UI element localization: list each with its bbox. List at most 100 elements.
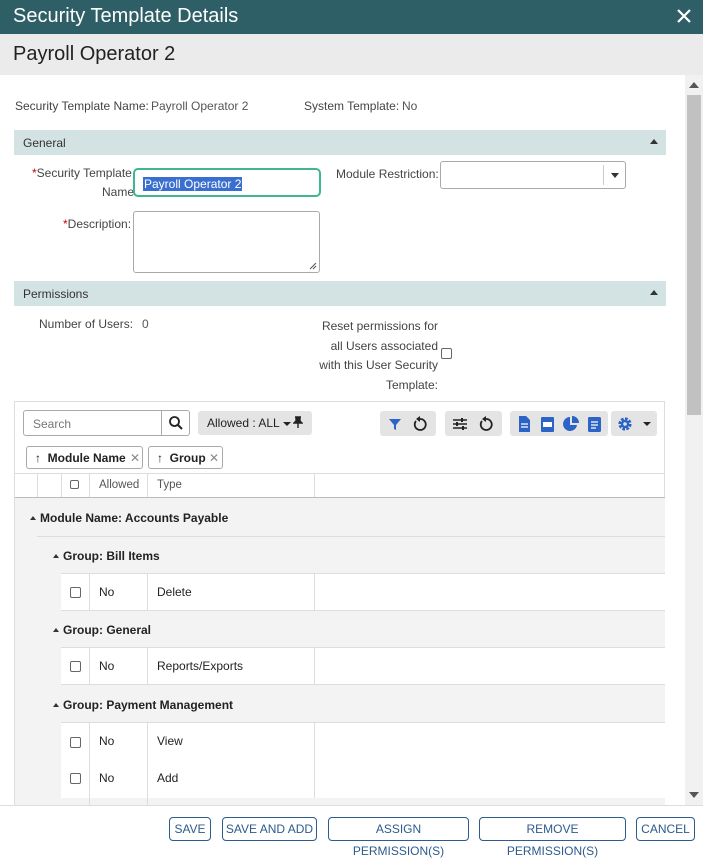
section-permissions-title: Permissions [23,287,89,301]
dialog-footer: SAVE SAVE AND ADD ASSIGN PERMISSION(S) R… [0,805,703,858]
divider [89,798,90,805]
chevron-down-icon[interactable] [611,173,619,178]
settings-toolbar-group[interactable] [611,411,657,436]
table-row[interactable]: No Delete [61,573,665,611]
divider [147,798,148,805]
divider [314,648,315,684]
row-checkbox[interactable] [70,587,81,598]
close-icon[interactable] [675,7,693,25]
collapse-icon[interactable] [30,516,36,520]
select-all-checkbox[interactable] [70,480,79,489]
summary-name-value: Payroll Operator 2 [151,99,249,113]
section-general[interactable]: General [14,130,666,155]
record-title: Payroll Operator 2 [13,43,176,65]
gear-icon[interactable] [615,414,635,434]
divider [147,760,148,798]
users-count-label: Number of Users: [39,317,134,331]
divider [314,723,315,761]
collapse-icon[interactable] [650,139,658,144]
save-and-add-button[interactable]: SAVE AND ADD [222,817,317,841]
reset-icon[interactable] [410,414,430,434]
divider [147,723,148,761]
cancel-button[interactable]: CANCEL [636,817,695,841]
divider [15,473,665,474]
table-row[interactable]: No Add [61,760,665,798]
column-header-type[interactable]: Type [157,479,182,491]
sort-asc-icon: ↑ [157,451,163,465]
table-row[interactable]: No Reports/Exports [61,647,665,685]
divider [314,473,315,497]
reset-permissions-checkbox[interactable] [441,348,452,359]
row-checkbox[interactable] [70,773,81,784]
sort-asc-icon: ↑ [35,451,41,465]
report-icon[interactable] [584,414,604,434]
cell-type: Delete [157,585,192,599]
columns-toolbar-group [445,411,502,436]
divider [314,574,315,610]
section-permissions[interactable]: Permissions [14,281,666,306]
table-row[interactable] [61,798,665,805]
dialog-title: Security Template Details [13,5,239,27]
row-checkbox[interactable] [70,661,81,672]
search-icon[interactable] [168,415,184,431]
divider [147,648,148,684]
search-placeholder: Search [33,417,72,431]
chevron-down-icon[interactable] [643,422,651,426]
divider [89,760,90,798]
cell-allowed: No [99,734,115,748]
collapse-icon[interactable] [53,703,59,707]
remove-chip-icon[interactable]: ✕ [209,451,219,465]
module-group-header: Module Name: Accounts Payable [40,511,229,525]
collapse-icon[interactable] [650,290,658,295]
filter-icon[interactable] [385,414,405,434]
pdf-icon[interactable] [537,414,557,434]
divider [147,574,148,610]
description-textarea[interactable] [133,211,320,273]
group-chip-module-name[interactable]: ↑ Module Name ✕ [26,446,143,469]
table-row[interactable]: No View [61,722,665,761]
row-checkbox[interactable] [70,737,81,748]
permissions-grid: Search Allowed : ALL ↑ Module Name ✕ ↑ G… [14,401,665,805]
scroll-up-icon[interactable] [689,82,699,88]
document-icon[interactable] [514,414,534,434]
vertical-scrollbar[interactable] [685,75,703,805]
remove-chip-icon[interactable]: ✕ [130,451,140,465]
remove-permissions-button[interactable]: REMOVE PERMISSION(S) [479,817,626,858]
cell-type: Add [157,771,179,785]
column-header-allowed[interactable]: Allowed [99,479,139,491]
scrollbar-thumb[interactable] [687,95,701,415]
allowed-filter[interactable]: Allowed : ALL [198,411,312,435]
divider [89,648,90,684]
record-header: Payroll Operator 2 [0,34,703,75]
module-restriction-select[interactable] [440,161,626,189]
group-chip-group[interactable]: ↑ Group ✕ [148,446,223,469]
reset-icon[interactable] [476,414,496,434]
pie-chart-icon[interactable] [561,414,581,434]
assign-permissions-button[interactable]: ASSIGN PERMISSION(S) [328,817,469,858]
filter-toolbar-group [380,411,436,436]
chip-label: Group [169,451,206,465]
template-name-input[interactable]: Payroll Operator 2 [133,168,321,197]
group-header: Group: General [63,623,152,637]
cell-type: View [157,734,183,748]
divider [161,411,162,435]
divider [314,760,315,798]
collapse-icon[interactable] [53,554,59,558]
summary-system-value: No [402,99,418,113]
save-button[interactable]: SAVE [169,817,211,841]
chip-label: Module Name [47,451,126,465]
chevron-down-icon[interactable] [283,422,291,426]
search-input[interactable]: Search [23,410,190,436]
description-label: *Description: [63,217,132,231]
scroll-down-icon[interactable] [689,792,699,798]
sliders-icon[interactable] [450,414,470,434]
pin-icon[interactable] [293,416,303,428]
resize-grip-icon[interactable] [308,261,317,270]
template-name-value: Payroll Operator 2 [143,177,243,191]
cell-type: Reports/Exports [157,659,244,673]
template-name-label: *Security Template [32,166,132,180]
module-restriction-label: Module Restriction: [336,167,439,181]
summary-name-label: Security Template Name: [15,99,149,113]
divider [89,574,90,610]
collapse-icon[interactable] [53,628,59,632]
